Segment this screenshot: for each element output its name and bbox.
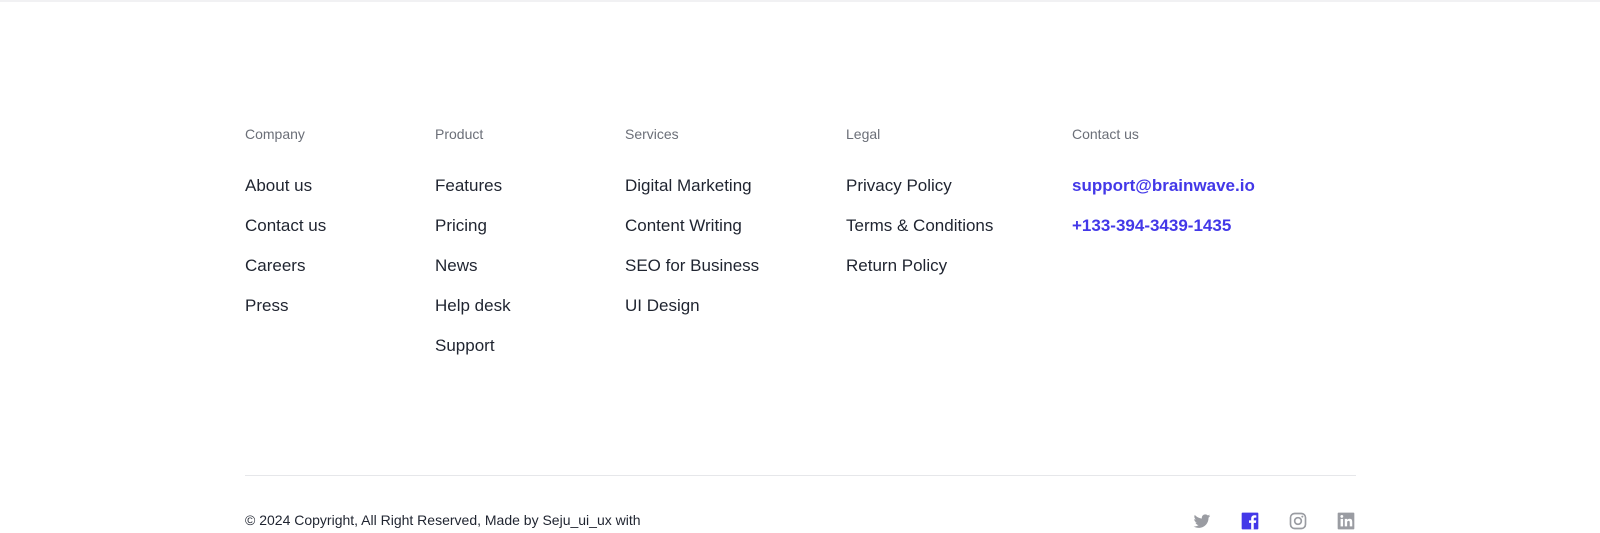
- facebook-icon: [1240, 511, 1260, 531]
- link-list: Features Pricing News Help desk Support: [435, 176, 511, 356]
- social-links: [1192, 511, 1356, 531]
- footer-column-company: Company About us Contact us Careers Pres…: [245, 126, 326, 336]
- footer-column-product: Product Features Pricing News Help desk …: [435, 126, 511, 376]
- footer-link-privacy-policy[interactable]: Privacy Policy: [846, 176, 993, 196]
- column-title: Legal: [846, 126, 881, 142]
- footer-link-seo-for-business[interactable]: SEO for Business: [625, 256, 759, 276]
- footer-link-digital-marketing[interactable]: Digital Marketing: [625, 176, 759, 196]
- twitter-icon: [1192, 511, 1212, 531]
- footer-link-contact-us[interactable]: Contact us: [245, 216, 326, 236]
- footer-link-features[interactable]: Features: [435, 176, 511, 196]
- column-title: Company: [245, 126, 305, 142]
- linkedin-link[interactable]: [1336, 511, 1356, 531]
- footer-link-terms-conditions[interactable]: Terms & Conditions: [846, 216, 993, 236]
- link-list: support@brainwave.io +133-394-3439-1435: [1072, 176, 1255, 236]
- footer-column-services: Services Digital Marketing Content Writi…: [625, 126, 759, 336]
- column-title: Services: [625, 126, 679, 142]
- contact-phone-link[interactable]: +133-394-3439-1435: [1072, 216, 1255, 236]
- footer-link-content-writing[interactable]: Content Writing: [625, 216, 759, 236]
- footer-link-ui-design[interactable]: UI Design: [625, 296, 759, 316]
- footer-column-legal: Legal Privacy Policy Terms & Conditions …: [846, 126, 993, 296]
- column-title: Contact us: [1072, 126, 1139, 142]
- contact-email-link[interactable]: support@brainwave.io: [1072, 176, 1255, 196]
- footer-column-contact: Contact us support@brainwave.io +133-394…: [1072, 126, 1255, 256]
- footer-link-support[interactable]: Support: [435, 336, 511, 356]
- twitter-link[interactable]: [1192, 511, 1212, 531]
- link-list: Digital Marketing Content Writing SEO fo…: [625, 176, 759, 316]
- footer-divider: [245, 475, 1356, 476]
- instagram-icon: [1288, 511, 1308, 531]
- footer-link-pricing[interactable]: Pricing: [435, 216, 511, 236]
- footer-link-about-us[interactable]: About us: [245, 176, 326, 196]
- footer-link-press[interactable]: Press: [245, 296, 326, 316]
- column-title: Product: [435, 126, 484, 142]
- link-list: About us Contact us Careers Press: [245, 176, 326, 316]
- footer-link-help-desk[interactable]: Help desk: [435, 296, 511, 316]
- copyright-text: © 2024 Copyright, All Right Reserved, Ma…: [245, 512, 641, 528]
- instagram-link[interactable]: [1288, 511, 1308, 531]
- footer-link-news[interactable]: News: [435, 256, 511, 276]
- footer-link-return-policy[interactable]: Return Policy: [846, 256, 993, 276]
- linkedin-icon: [1336, 511, 1356, 531]
- site-footer: Company About us Contact us Careers Pres…: [245, 0, 1356, 533]
- facebook-link[interactable]: [1240, 511, 1260, 531]
- footer-link-careers[interactable]: Careers: [245, 256, 326, 276]
- link-list: Privacy Policy Terms & Conditions Return…: [846, 176, 993, 276]
